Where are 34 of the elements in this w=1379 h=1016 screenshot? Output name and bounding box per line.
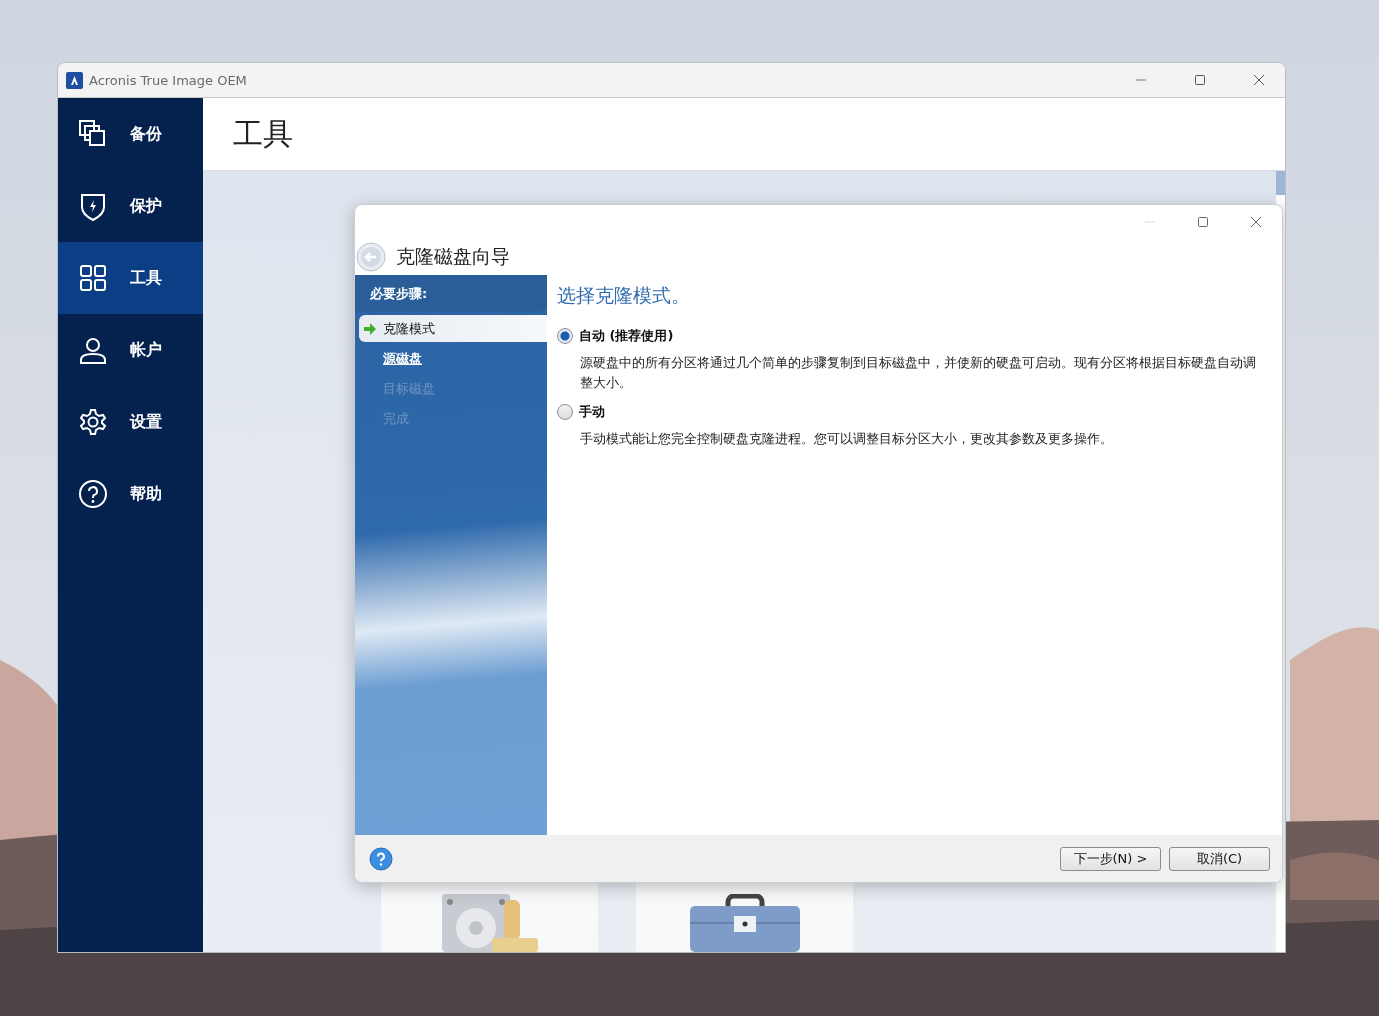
close-icon	[1252, 74, 1265, 86]
next-button[interactable]: 下一步(N) >	[1060, 846, 1161, 871]
sidebar-item[interactable]: 保护	[58, 170, 203, 242]
help-icon	[78, 479, 108, 509]
step-item[interactable]: 源磁盘	[359, 345, 547, 372]
sidebar-item[interactable]: 工具	[58, 242, 203, 314]
maximize-icon	[1196, 216, 1209, 228]
copy-icon	[78, 119, 108, 149]
sidebar-item[interactable]: 设置	[58, 386, 203, 458]
toolbox-icon	[689, 894, 800, 952]
window-title: Acronis True Image OEM	[89, 72, 248, 88]
dialog-title: 克隆磁盘向导	[396, 244, 510, 269]
shield-icon	[78, 191, 108, 221]
step-item[interactable]: 克隆模式	[359, 315, 547, 342]
help-icon[interactable]	[369, 846, 393, 871]
cancel-button[interactable]: 取消(C)	[1169, 846, 1270, 871]
radio-option[interactable]: 自动 (推荐使用)	[557, 327, 674, 345]
sidebar-item[interactable]: 备份	[58, 98, 203, 170]
option-description: 手动模式能让您完全控制硬盘克隆进程。您可以调整目标分区大小，更改其参数及更多操作。	[579, 430, 1114, 448]
sidebar-item[interactable]: 帐户	[58, 314, 203, 386]
app-logo-icon	[66, 71, 83, 89]
back-icon[interactable]	[356, 242, 386, 272]
settings-icon	[78, 407, 108, 437]
sidebar-item[interactable]: 帮助	[58, 458, 203, 530]
step-heading: 选择克隆模式。	[557, 283, 691, 308]
grid-icon	[78, 263, 108, 293]
arrow-icon	[363, 322, 377, 335]
option-description: 源硬盘中的所有分区将通过几个简单的步骤复制到目标磁盘中，并使新的硬盘可启动。现有分区将根据目标硬盘自动调整大小。	[579, 354, 1257, 392]
maximize-icon	[1193, 74, 1206, 86]
steps-heading: 必要步骤:	[370, 284, 428, 303]
page-title: 工具	[233, 114, 293, 153]
close-icon	[1249, 216, 1262, 228]
user-icon	[78, 335, 108, 365]
radio-option[interactable]: 手动	[557, 403, 605, 421]
